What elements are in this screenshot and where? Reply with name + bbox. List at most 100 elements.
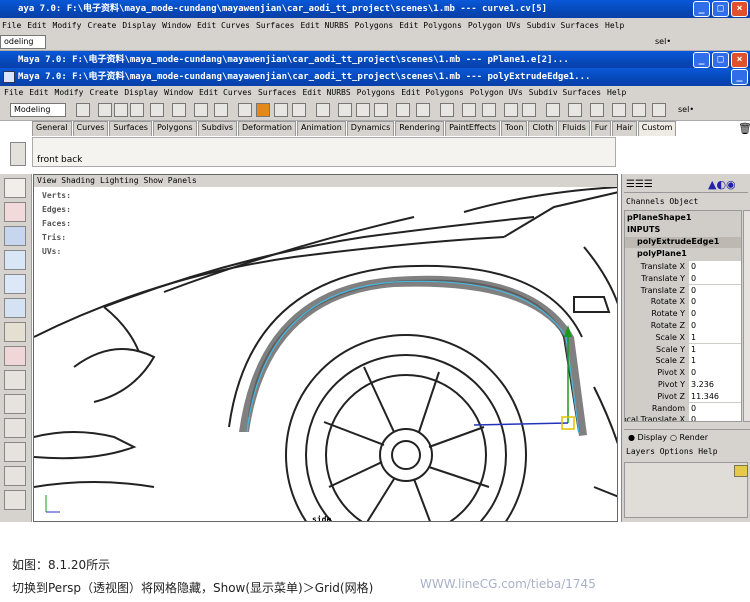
menu-edit-curves[interactable]: Edit Curves [197,21,250,30]
toolbar-icon[interactable] [292,103,306,117]
channel-row-scale-x[interactable]: Scale X 1 [625,331,741,344]
back-mode-select[interactable]: odeling [0,35,46,49]
shelf-item-back[interactable]: back [61,155,82,165]
menu-create[interactable]: Create [89,88,118,97]
channel-row-pivot-z[interactable]: Pivot Z 11.346 [625,390,741,403]
object-name[interactable]: pPlaneShape1 [627,213,691,222]
toolbar-icon[interactable] [396,103,410,117]
menu-surfaces[interactable]: Surfaces [258,88,297,97]
soft-mod-icon[interactable] [4,346,26,366]
tab-dynamics[interactable]: Dynamics [346,121,395,136]
lasso-tool-icon[interactable] [4,202,26,222]
tab-general[interactable]: General [32,121,72,136]
menu-polygons[interactable]: Polygons [357,88,396,97]
menu-file[interactable]: File [2,21,21,30]
front-window-titlebar[interactable]: Maya 7.0: F:\电子资料\maya_mode-cundang\maya… [0,68,750,86]
list-icon[interactable]: ☰☰☰ [626,179,653,190]
tab-polygons[interactable]: Polygons [152,121,197,136]
toolbar-icon[interactable] [462,103,476,117]
mode-select[interactable]: Modeling [10,103,66,117]
tab-object[interactable]: Object [669,197,698,206]
channel-row-pivot-y[interactable]: Pivot Y 3.236 [625,379,741,391]
tab-fur[interactable]: Fur [590,121,612,136]
toolbar-icon[interactable] [416,103,430,117]
panel-menu-shading[interactable]: Shading [61,176,95,185]
menu-window[interactable]: Window [164,88,193,97]
menu-polygons[interactable]: Polygons [355,21,394,30]
new-layer-icon[interactable] [734,465,748,477]
select-tool-icon[interactable] [4,178,26,198]
channel-row-pivot-x[interactable]: Pivot X 0 [625,367,741,379]
layout-graph-icon[interactable] [4,490,26,510]
scale-tool-icon[interactable] [4,298,26,318]
menu-help[interactable]: Help [698,447,717,456]
paint-select-icon[interactable] [4,226,26,246]
tab-hair[interactable]: Hair [612,121,637,136]
menu-help[interactable]: Help [607,88,626,97]
toolbar-icon[interactable] [652,103,666,117]
layout-icon[interactable] [4,394,26,414]
render-radio[interactable]: ○ Render [670,433,708,442]
menu-layers[interactable]: Layers [626,447,655,456]
menu-help[interactable]: Help [605,21,624,30]
minimize-icon[interactable]: _ [731,69,748,85]
close-icon[interactable]: × [731,52,748,68]
input-node-extrude[interactable]: polyExtrudeEdge1 [625,237,741,248]
panel-menu-lighting[interactable]: Lighting [100,176,139,185]
maximize-icon[interactable]: □ [712,1,729,17]
shelf-toggle-icon[interactable] [10,142,26,166]
panel-menu-view[interactable]: View [37,176,56,185]
menu-subdiv-surfaces[interactable]: Subdiv Surfaces [529,88,601,97]
channel-row-translate-x[interactable]: Translate X 0 [625,261,741,273]
minimize-icon[interactable]: _ [693,52,710,68]
tab-surfaces[interactable]: Surfaces [109,121,152,136]
channel-row-rotate-y[interactable]: Rotate Y 0 [625,308,741,320]
move-tool-icon[interactable] [4,250,26,270]
panel-menu-show[interactable]: Show [144,176,163,185]
menu-file[interactable]: File [4,88,23,97]
channel-value[interactable]: 1 [689,331,741,344]
tab-painteffects[interactable]: PaintEffects [445,121,501,136]
tab-fluids[interactable]: Fluids [558,121,590,136]
channel-value[interactable]: 0 [689,296,741,308]
toolbar-icon[interactable] [150,103,164,117]
rotate-tool-icon[interactable] [4,274,26,294]
channel-value[interactable]: 0 [689,320,741,332]
toolbar-icon[interactable] [374,103,388,117]
menu-display[interactable]: Display [122,21,156,30]
menu-edit[interactable]: Edit [27,21,46,30]
maximize-icon[interactable]: □ [712,52,729,68]
tab-curves[interactable]: Curves [72,121,109,136]
channel-row-translate-y[interactable]: Translate Y 0 [625,272,741,285]
tab-deformation[interactable]: Deformation [238,121,296,136]
channel-value[interactable]: 0 [689,261,741,273]
tab-custom[interactable]: Custom [637,121,677,136]
channel-value[interactable]: 11.346 [689,390,741,403]
close-icon[interactable]: × [731,1,748,17]
toolbar-icon[interactable] [338,103,352,117]
toolbar-icon[interactable] [612,103,626,117]
menu-modify[interactable]: Modify [55,88,84,97]
channel-value[interactable]: 0 [689,308,741,320]
channel-row-translate-z[interactable]: Translate Z 0 [625,284,741,297]
tab-subdivs[interactable]: Subdivs [197,121,238,136]
menu-polygon-uvs[interactable]: Polygon UVs [468,21,521,30]
channel-value[interactable]: 1 [689,343,741,356]
menu-polygon-uvs[interactable]: Polygon UVs [470,88,523,97]
toolbar-icon[interactable] [172,103,186,117]
layout-four-icon[interactable] [4,418,26,438]
tab-animation[interactable]: Animation [296,121,346,136]
trash-icon[interactable]: 🗑 [738,122,750,135]
toolbar-icon[interactable] [194,103,208,117]
manipulator-icon[interactable] [4,322,26,342]
menu-display[interactable]: Display [124,88,158,97]
tab-channels[interactable]: Channels [626,197,665,206]
channel-value[interactable]: 0 [689,367,741,379]
channel-value[interactable]: 0 [689,414,741,421]
menu-create[interactable]: Create [87,21,116,30]
toolbar-icon[interactable] [256,103,270,117]
layout-outliner-icon[interactable] [4,466,26,486]
toolbar-icon[interactable] [274,103,288,117]
menu-edit-nurbs[interactable]: Edit NURBS [302,88,350,97]
toolbar-icon[interactable] [504,103,518,117]
